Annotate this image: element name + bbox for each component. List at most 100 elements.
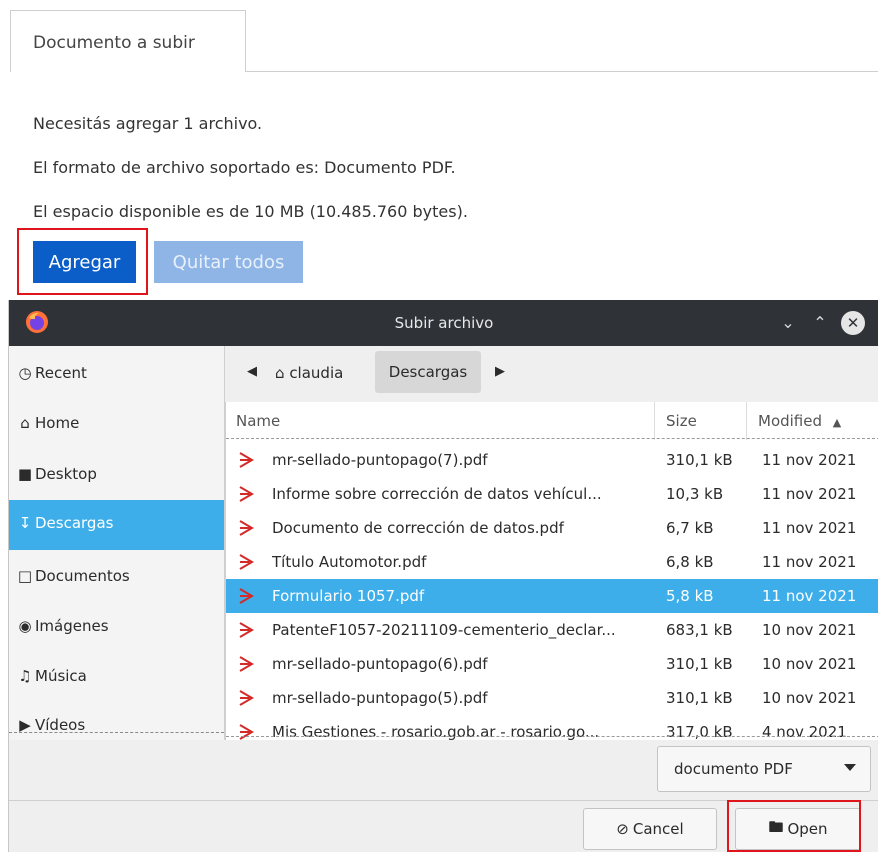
sidebar-item-label: Descargas: [35, 514, 114, 532]
sidebar-item-recent[interactable]: ◷ Recent: [9, 350, 224, 394]
file-size: 6,7 kB: [666, 519, 714, 537]
file-type-filter-select[interactable]: documento PDF: [657, 746, 871, 792]
sidebar-item-label: Música: [35, 667, 87, 685]
file-size: 10,3 kB: [666, 485, 724, 503]
file-row[interactable]: Título Automotor.pdf 6,8 kB 11 nov 2021: [226, 545, 878, 579]
cancel-icon: ⊘: [616, 820, 629, 838]
pdf-icon: [239, 690, 254, 706]
list-scroll-edge-top: [226, 438, 878, 439]
sidebar-item-imagenes[interactable]: ◉ Imágenes: [9, 603, 224, 647]
file-chooser-dialog: Subir archivo ⌄ ⌃ ✕ ◷ Recent ⌂ Home ■ De…: [8, 300, 878, 852]
file-name: mr-sellado-puntopago(6).pdf: [272, 655, 488, 673]
pdf-icon: [239, 622, 254, 638]
tab-divider: [246, 71, 878, 72]
file-row[interactable]: mr-sellado-puntopago(5).pdf 310,1 kB 10 …: [226, 681, 878, 715]
cancel-button[interactable]: ⊘ Cancel: [583, 808, 717, 850]
file-name: Mis Gestiones - rosario.gob.ar - rosario…: [272, 723, 600, 740]
tab-label: Documento a subir: [33, 33, 195, 53]
pdf-icon: [239, 452, 254, 468]
upload-section: Documento a subir Necesitás agregar 1 ar…: [0, 0, 878, 300]
file-row[interactable]: mr-sellado-puntopago(7).pdf 310,1 kB 11 …: [226, 443, 878, 477]
file-row[interactable]: Documento de corrección de datos.pdf 6,7…: [226, 511, 878, 545]
file-row[interactable]: PatenteF1057-20211109-cementerio_declar.…: [226, 613, 878, 647]
music-icon: ♫: [18, 667, 32, 685]
pdf-icon: [239, 724, 254, 740]
cancel-label: Cancel: [632, 820, 684, 838]
maximize-icon[interactable]: ⌃: [809, 312, 831, 334]
available-space-text: El espacio disponible es de 10 MB (10.48…: [33, 202, 468, 221]
file-name: mr-sellado-puntopago(5).pdf: [272, 689, 488, 707]
file-row-selected[interactable]: Formulario 1057.pdf 5,8 kB 11 nov 2021: [226, 579, 878, 613]
add-button-highlight: [17, 228, 148, 295]
dialog-titlebar[interactable]: Subir archivo ⌄ ⌃ ✕: [9, 300, 878, 346]
close-icon[interactable]: ✕: [841, 311, 865, 335]
camera-icon: ◉: [18, 617, 32, 635]
file-modified: 11 nov 2021: [762, 485, 857, 503]
file-modified: 11 nov 2021: [762, 587, 857, 605]
file-modified: 11 nov 2021: [762, 519, 857, 537]
pdf-icon: [239, 588, 254, 604]
file-name: Documento de corrección de datos.pdf: [272, 519, 564, 537]
file-size: 310,1 kB: [666, 655, 733, 673]
file-size: 310,1 kB: [666, 689, 733, 707]
file-list[interactable]: Name Size Modified ▲ mr-sellado-puntopag…: [225, 402, 878, 740]
required-files-text: Necesitás agregar 1 archivo.: [33, 114, 263, 133]
minimize-icon[interactable]: ⌄: [777, 312, 799, 334]
sidebar-scroll-edge: [9, 732, 224, 733]
sidebar-item-label: Recent: [35, 364, 87, 382]
clock-icon: ◷: [18, 364, 32, 382]
folder-icon: ■: [17, 465, 33, 483]
file-modified: 11 nov 2021: [762, 451, 857, 469]
sidebar-item-label: Documentos: [35, 567, 130, 585]
column-separator: [654, 402, 655, 440]
sidebar-item-musica[interactable]: ♫ Música: [9, 653, 224, 697]
sidebar-item-documentos[interactable]: □ Documentos: [9, 553, 224, 597]
file-type-filter-value: documento PDF: [674, 760, 793, 778]
pdf-icon: [239, 554, 254, 570]
sidebar-item-label: Imágenes: [35, 617, 109, 635]
column-header-size[interactable]: Size: [666, 412, 697, 430]
file-modified: 10 nov 2021: [762, 689, 857, 707]
column-header-modified[interactable]: Modified ▲: [758, 412, 841, 430]
sidebar-item-label: Desktop: [35, 465, 97, 483]
file-size: 5,8 kB: [666, 587, 714, 605]
file-size: 317,0 kB: [666, 723, 733, 740]
places-sidebar: ◷ Recent ⌂ Home ■ Desktop ↧ Descargas □ …: [9, 346, 225, 740]
tab-documento-a-subir[interactable]: Documento a subir: [10, 10, 246, 72]
file-name: PatenteF1057-20211109-cementerio_declar.…: [272, 621, 616, 639]
file-modified: 11 nov 2021: [762, 553, 857, 571]
sort-ascending-icon: ▲: [832, 416, 842, 429]
sidebar-item-label: Home: [35, 414, 80, 432]
breadcrumb-home[interactable]: ⌂ claudia: [275, 364, 343, 382]
list-scroll-edge-bottom: [226, 736, 878, 737]
sidebar-item-home[interactable]: ⌂ Home: [9, 400, 224, 444]
file-size: 310,1 kB: [666, 451, 733, 469]
file-name: Formulario 1057.pdf: [272, 587, 425, 605]
home-icon: ⌂: [275, 364, 285, 382]
column-separator: [746, 402, 747, 440]
breadcrumb-current[interactable]: Descargas: [375, 351, 481, 393]
sidebar-item-desktop[interactable]: ■ Desktop: [9, 451, 224, 495]
file-modified: 4 nov 2021: [762, 723, 847, 740]
open-button-highlight: [727, 800, 861, 852]
pdf-icon: [239, 520, 254, 536]
file-row[interactable]: Informe sobre corrección de datos vehícu…: [226, 477, 878, 511]
file-size: 683,1 kB: [666, 621, 733, 639]
pdf-icon: [239, 486, 254, 502]
file-row[interactable]: mr-sellado-puntopago(6).pdf 310,1 kB 10 …: [226, 647, 878, 681]
file-name: mr-sellado-puntopago(7).pdf: [272, 451, 488, 469]
path-forward-arrow-icon[interactable]: ▶: [495, 364, 505, 379]
file-list-header: Name Size Modified ▲: [226, 402, 878, 440]
sidebar-item-descargas[interactable]: ↧ Descargas: [9, 500, 224, 550]
file-name: Título Automotor.pdf: [272, 553, 427, 571]
path-bar: ◀ ⌂ claudia Descargas ▶: [225, 346, 878, 402]
document-icon: □: [17, 567, 33, 585]
file-modified: 10 nov 2021: [762, 655, 857, 673]
column-header-name[interactable]: Name: [236, 412, 280, 430]
dialog-title: Subir archivo: [394, 314, 494, 332]
column-header-modified-label: Modified: [758, 412, 823, 430]
sidebar-item-videos[interactable]: ▶ Vídeos: [9, 702, 224, 746]
remove-all-button[interactable]: Quitar todos: [154, 241, 303, 283]
path-back-arrow-icon[interactable]: ◀: [247, 364, 257, 379]
supported-format-text: El formato de archivo soportado es: Docu…: [33, 158, 456, 177]
